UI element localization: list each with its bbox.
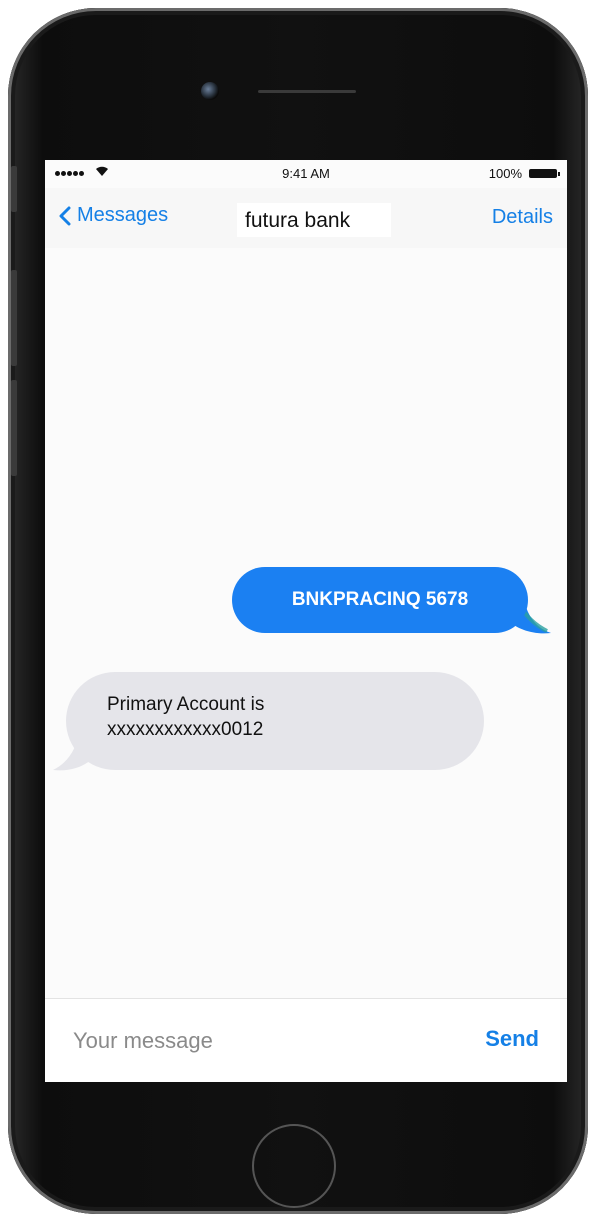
battery-icon <box>529 169 560 178</box>
back-button-label: Messages <box>77 204 169 226</box>
home-button[interactable] <box>252 1124 336 1208</box>
earpiece-speaker <box>258 90 356 93</box>
send-button[interactable]: Send <box>485 1026 539 1052</box>
message-thread: BNKPRACINQ 5678 Primary Account is xxxxx… <box>45 248 567 998</box>
incoming-message-line-1: Primary Account is <box>107 694 265 715</box>
message-input[interactable] <box>73 1025 433 1057</box>
incoming-message: Primary Account is xxxxxxxxxxxx0012 <box>66 672 484 770</box>
mute-switch <box>11 166 17 212</box>
status-bar: 9:41 AM 100% <box>45 160 567 188</box>
conversation-title-box: futura bank <box>237 203 391 237</box>
front-camera-icon <box>201 82 219 100</box>
back-button[interactable]: Messages <box>59 204 168 227</box>
conversation-title: futura bank <box>245 209 351 232</box>
incoming-message-line-2: xxxxxxxxxxxx0012 <box>107 719 264 740</box>
navigation-bar: Messages futura bank Details <box>45 188 567 248</box>
outgoing-message: BNKPRACINQ 5678 <box>232 567 528 633</box>
outgoing-message-text: BNKPRACINQ 5678 <box>291 589 469 610</box>
message-composer: Send <box>45 998 567 1082</box>
volume-up-button <box>11 270 17 366</box>
chevron-left-icon <box>59 206 71 225</box>
battery-percentage: 100% <box>488 166 522 181</box>
volume-down-button <box>11 380 17 476</box>
details-button[interactable]: Details <box>492 206 553 229</box>
phone-screen: 9:41 AM 100% Messages futura bank Detail… <box>45 160 567 1082</box>
